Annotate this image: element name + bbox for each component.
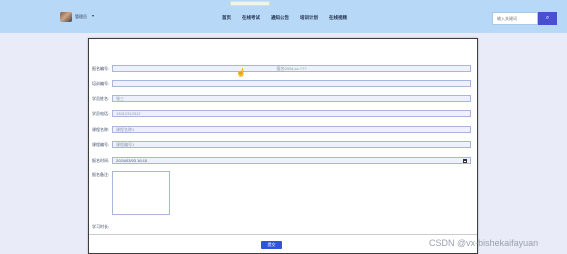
- field-label-course-no: 课程编号:: [92, 142, 110, 147]
- student-phone-field[interactable]: 13312312312: [112, 110, 471, 117]
- registration-no-field[interactable]: 报名2024-xx-???: [112, 65, 471, 72]
- nav-item-online-video[interactable]: 在线视频: [329, 15, 347, 21]
- search-input[interactable]: [492, 12, 538, 25]
- field-label-registration-notes: 报名备注:: [92, 172, 110, 177]
- user-avatar[interactable]: [60, 12, 72, 22]
- nav-item-online-exam[interactable]: 在线考试: [242, 15, 260, 21]
- watermark: CSDN @vx-bishekaifayuan: [429, 238, 539, 248]
- nav-item-home[interactable]: 首页: [222, 15, 231, 21]
- field-label-registration-no: 报名编号:: [92, 66, 110, 71]
- course-no-field[interactable]: 课程编号1: [112, 141, 471, 148]
- course-name-field[interactable]: 课程名称1: [112, 126, 471, 133]
- submit-button[interactable]: 提交: [261, 241, 282, 249]
- registration-time-value: 2024/03/03 16:15: [116, 158, 148, 163]
- mouse-cursor-icon: ☝: [236, 68, 246, 77]
- field-label-student-phone: 学员电话:: [92, 111, 110, 116]
- field-label-training-no: 培训编号:: [92, 81, 110, 86]
- field-label-registration-time: 报名时间:: [92, 158, 110, 163]
- calendar-icon[interactable]: [463, 159, 467, 163]
- student-name-field[interactable]: 张三: [112, 95, 471, 102]
- search-button[interactable]: ⌕: [538, 12, 557, 25]
- nav-item-announcements[interactable]: 通知公告: [271, 15, 289, 21]
- field-label-course-name: 课程名称:: [92, 127, 110, 132]
- chevron-down-icon[interactable]: ▾: [92, 13, 94, 18]
- field-label-student-name: 学员姓名:: [92, 96, 110, 101]
- registration-notes-textarea[interactable]: [112, 171, 170, 215]
- top-header: 管理员 ▾ 首页 在线考试 通知公告 培训计划 在线视频 ⌕: [0, 0, 567, 33]
- search-icon: ⌕: [545, 15, 550, 21]
- username-label[interactable]: 管理员: [75, 14, 87, 20]
- form-divider: [89, 234, 477, 235]
- nav-item-training-plan[interactable]: 培训计划: [300, 15, 318, 21]
- registration-form: 报名编号: 报名2024-xx-??? 培训编号: 学员姓名: 张三 学员电话:…: [88, 38, 478, 254]
- main-nav: 首页 在线考试 通知公告 培训计划 在线视频: [222, 15, 358, 21]
- registration-time-field[interactable]: 2024/03/03 16:15: [112, 157, 471, 164]
- training-no-field[interactable]: [112, 80, 471, 87]
- notification-toast: [230, 1, 270, 6]
- study-duration-label: 学习时长:: [92, 224, 110, 229]
